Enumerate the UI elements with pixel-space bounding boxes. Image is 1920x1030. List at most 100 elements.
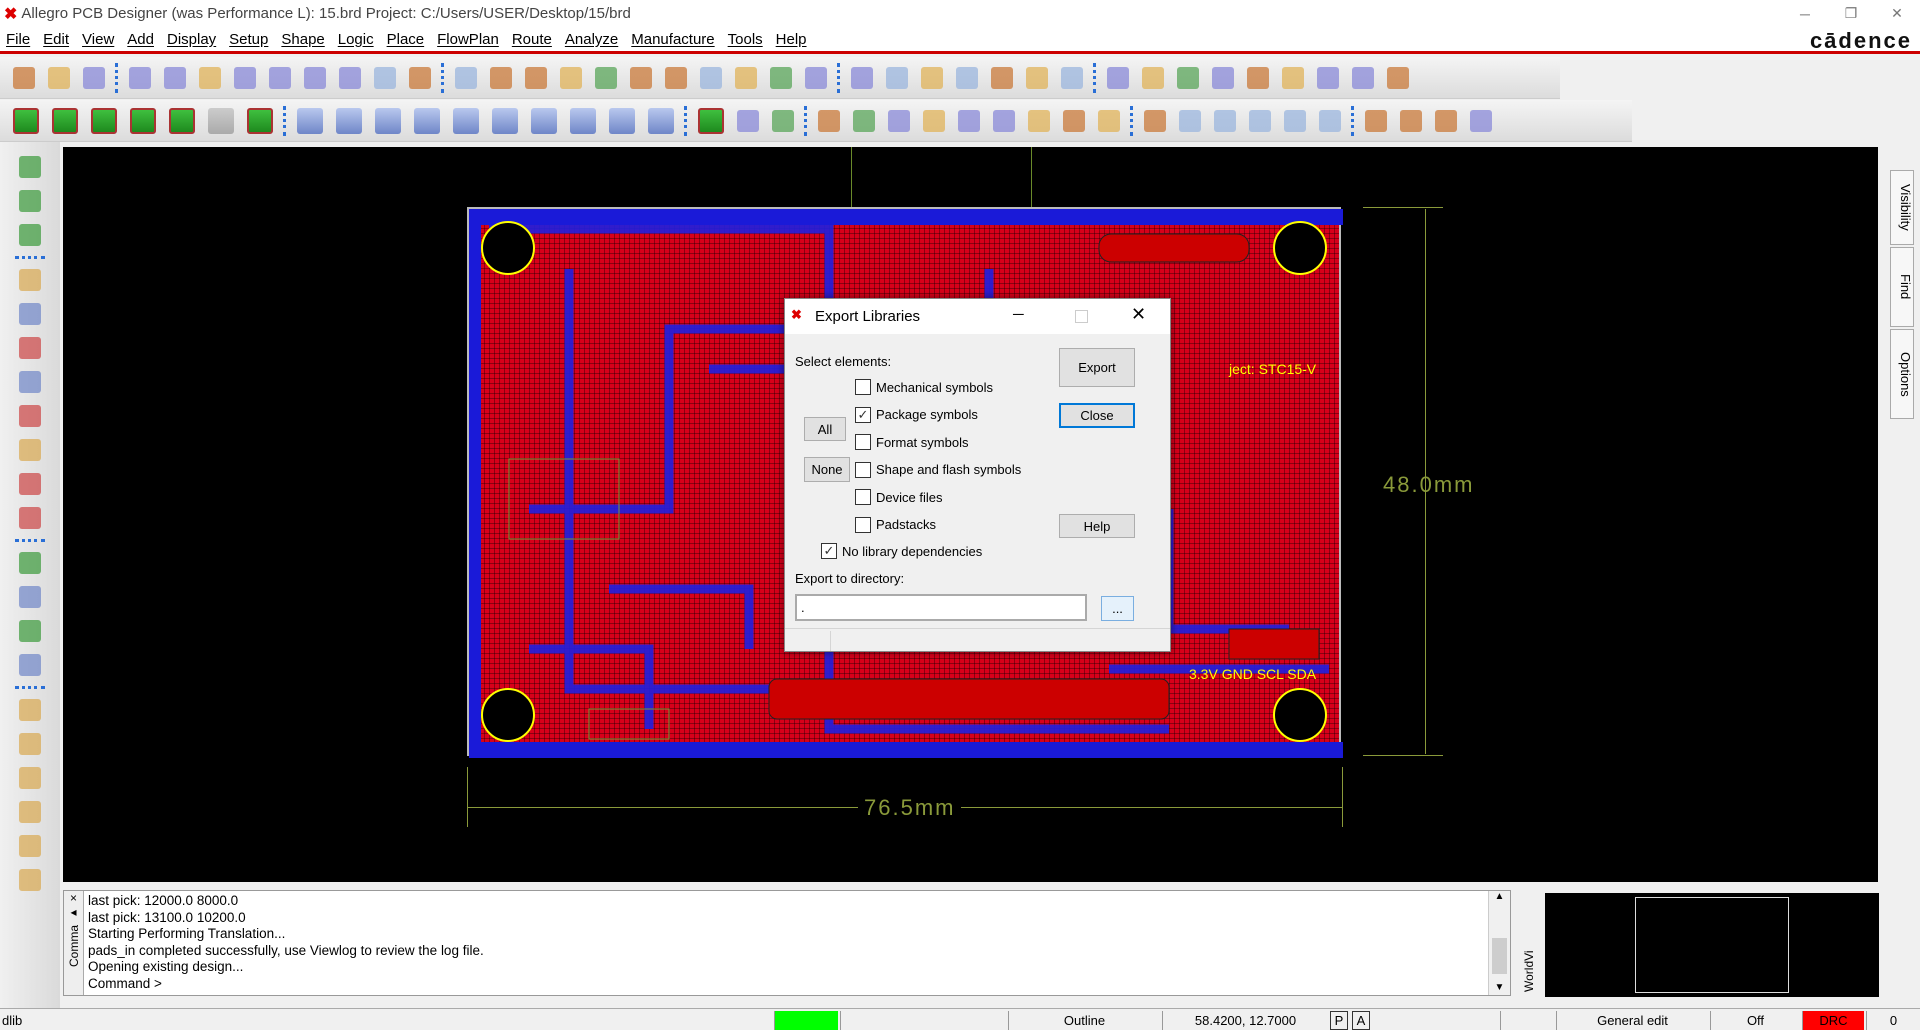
menu-view[interactable]: View xyxy=(82,31,114,48)
redo-icon[interactable] xyxy=(304,66,326,89)
checkbox-box[interactable] xyxy=(855,489,871,505)
color-icon[interactable] xyxy=(886,66,908,89)
circle-icon[interactable] xyxy=(375,107,401,134)
checkbox-box[interactable] xyxy=(855,461,871,478)
add-connect-icon[interactable] xyxy=(19,269,41,291)
checkbox-format-symbols[interactable]: Format symbols xyxy=(855,434,968,450)
menu-edit[interactable]: Edit xyxy=(43,31,69,48)
delete-icon[interactable] xyxy=(199,66,221,89)
checkbox-shape-and-flash-symbols[interactable]: Shape and flash symbols xyxy=(855,461,1021,478)
checkbox-package-symbols[interactable]: ✓ Package symbols xyxy=(855,406,978,423)
round-icon[interactable] xyxy=(570,107,596,134)
route-6-icon[interactable] xyxy=(19,869,41,891)
etch-5-icon[interactable] xyxy=(169,107,195,134)
hourglass-icon[interactable] xyxy=(1352,66,1374,89)
status-p-button[interactable]: P xyxy=(1330,1011,1348,1030)
window-3-icon[interactable] xyxy=(1435,109,1457,132)
checkbox-box[interactable]: ✓ xyxy=(855,406,871,423)
console-scrollbar[interactable]: ▲ ▼ xyxy=(1488,891,1510,995)
close-dialog-button[interactable]: Close xyxy=(1059,403,1135,428)
grid-icon[interactable] xyxy=(851,66,873,89)
layers-icon[interactable] xyxy=(921,66,943,89)
stack-icon[interactable] xyxy=(956,66,978,89)
command-console[interactable]: × ◂ Comma last pick: 12000.0 8000.0 last … xyxy=(63,890,1511,996)
spread-icon[interactable] xyxy=(19,473,41,495)
route-1-icon[interactable] xyxy=(19,699,41,721)
help-icon[interactable] xyxy=(1470,109,1492,132)
dialog-close-button[interactable]: ✕ xyxy=(1131,304,1146,325)
browse-button[interactable]: ... xyxy=(1101,596,1134,621)
sun-icon[interactable] xyxy=(1247,66,1269,89)
rats-all-icon[interactable] xyxy=(490,66,512,89)
route-vias-icon[interactable] xyxy=(19,405,41,427)
highlight-icon[interactable] xyxy=(1212,66,1234,89)
zoom-world-icon[interactable] xyxy=(700,66,722,89)
unrats-all-icon[interactable] xyxy=(455,66,477,89)
route-3-icon[interactable] xyxy=(19,767,41,789)
restore-button[interactable]: ❐ xyxy=(1828,0,1874,27)
menu-file[interactable]: File xyxy=(6,31,30,48)
status-a-button[interactable]: A xyxy=(1352,1011,1370,1030)
checkbox-padstacks[interactable]: Padstacks xyxy=(855,516,936,533)
bus-icon[interactable] xyxy=(19,439,41,461)
undo-icon[interactable] xyxy=(234,66,256,89)
status-drc[interactable]: DRC xyxy=(1802,1011,1864,1030)
etch-1-icon[interactable] xyxy=(13,107,39,134)
tab-visibility[interactable]: Visibility xyxy=(1890,170,1914,245)
etch-3-icon[interactable] xyxy=(91,107,117,134)
minimize-button[interactable]: ─ xyxy=(1782,0,1828,27)
waveform-icon[interactable] xyxy=(1144,109,1166,132)
none-button[interactable]: None xyxy=(804,457,850,482)
menu-shape[interactable]: Shape xyxy=(281,31,324,48)
etch-2-icon[interactable] xyxy=(52,107,78,134)
menu-add[interactable]: Add xyxy=(127,31,154,48)
slide-icon[interactable] xyxy=(19,303,41,325)
menu-flowplan[interactable]: FlowPlan xyxy=(437,31,499,48)
menu-place[interactable]: Place xyxy=(387,31,425,48)
globe-icon[interactable] xyxy=(1061,66,1083,89)
camera-icon[interactable] xyxy=(923,109,945,132)
tab-find[interactable]: Find xyxy=(1890,247,1914,327)
poly-icon[interactable] xyxy=(453,107,479,134)
window-1-icon[interactable] xyxy=(1365,109,1387,132)
copy-icon[interactable] xyxy=(164,66,186,89)
select-icon[interactable] xyxy=(414,107,440,134)
delay-tune-icon[interactable] xyxy=(19,337,41,359)
dimension-icon[interactable] xyxy=(737,109,759,132)
menu-logic[interactable]: Logic xyxy=(338,31,374,48)
doc-3-icon[interactable] xyxy=(1249,109,1271,132)
zoom-out-icon[interactable] xyxy=(630,66,652,89)
info-icon[interactable] xyxy=(1107,66,1129,89)
menu-setup[interactable]: Setup xyxy=(229,31,268,48)
drc-icon[interactable] xyxy=(1387,66,1409,89)
new-file-icon[interactable] xyxy=(13,66,35,89)
bars-icon[interactable] xyxy=(1317,66,1339,89)
menu-manufacture[interactable]: Manufacture xyxy=(631,31,714,48)
zoom-in-icon[interactable] xyxy=(595,66,617,89)
redo-down-icon[interactable] xyxy=(339,66,361,89)
close-button[interactable]: ✕ xyxy=(1874,0,1920,27)
3d-view-icon[interactable] xyxy=(770,66,792,89)
checkbox-box[interactable] xyxy=(855,516,871,533)
worldview-map[interactable] xyxy=(1545,893,1879,997)
matrix-icon[interactable] xyxy=(1098,109,1120,132)
key-icon[interactable] xyxy=(1063,109,1085,132)
pads-icon[interactable] xyxy=(958,109,980,132)
tab-options[interactable]: Options xyxy=(1890,329,1914,419)
slot-icon[interactable] xyxy=(609,107,635,134)
rect-icon[interactable] xyxy=(336,107,362,134)
etch-7-icon[interactable] xyxy=(247,107,273,134)
place-refdes-icon[interactable] xyxy=(19,190,41,212)
dehighlight-icon[interactable] xyxy=(1282,66,1304,89)
shape-done-icon[interactable] xyxy=(374,66,396,89)
menu-route[interactable]: Route xyxy=(512,31,552,48)
line-icon[interactable] xyxy=(19,552,41,574)
numbers-icon[interactable] xyxy=(1177,66,1199,89)
save-icon[interactable] xyxy=(83,66,105,89)
collapse-icon[interactable]: ◂ xyxy=(64,905,83,919)
measure-icon[interactable] xyxy=(772,109,794,132)
no-library-dependencies-checkbox[interactable]: ✓ No library dependencies xyxy=(821,543,982,559)
checkbox-box[interactable]: ✓ xyxy=(821,543,837,559)
export-directory-input[interactable] xyxy=(795,594,1087,621)
spreadsheet-icon[interactable] xyxy=(1026,66,1048,89)
